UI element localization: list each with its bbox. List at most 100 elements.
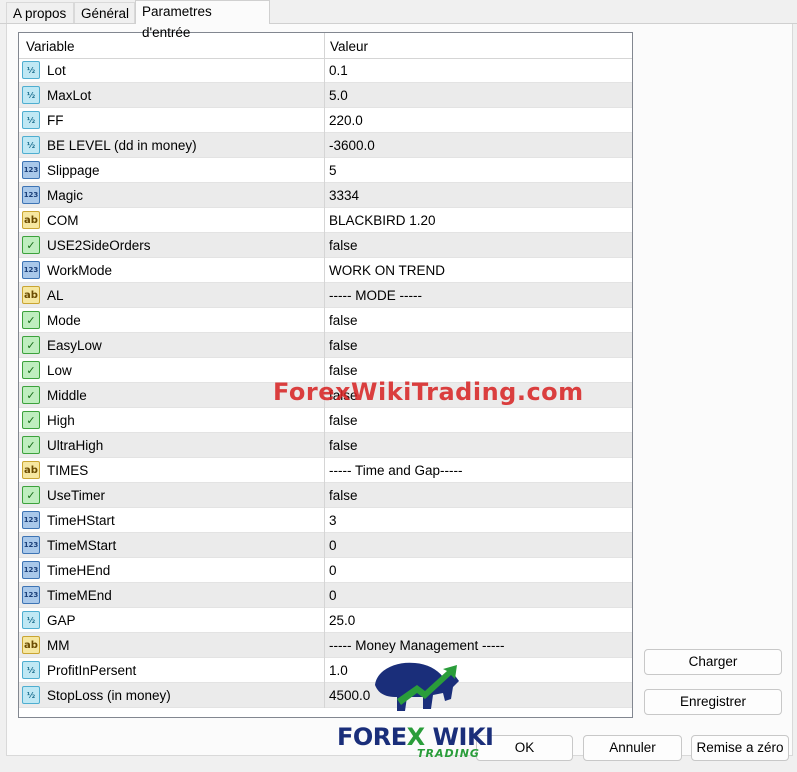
fraction-icon: ½ (22, 86, 40, 104)
load-button[interactable]: Charger (644, 649, 782, 675)
reset-button[interactable]: Remise a zéro (691, 735, 789, 761)
boolean-icon: ✓ (22, 236, 40, 254)
parameter-name: UseTimer (47, 488, 106, 503)
watermark-text: ForexWikiTrading.com (273, 378, 584, 406)
parameter-value[interactable]: 0 (329, 563, 337, 578)
parameter-value[interactable]: BLACKBIRD 1.20 (329, 213, 436, 228)
table-row[interactable]: ½ Lot 0.1 (19, 58, 632, 83)
parameter-value[interactable]: false (329, 313, 358, 328)
table-row[interactable]: 123 Magic 3334 (19, 183, 632, 208)
tab-input-parameters[interactable]: Parametres d'entrée (135, 0, 270, 40)
parameters-table: Variable Valeur ½ Lot 0.1 ½ MaxLot 5.0 ½ FF 220.… (18, 32, 633, 718)
fraction-icon: ½ (22, 686, 40, 704)
parameter-name: USE2SideOrders (47, 238, 151, 253)
parameter-value[interactable]: false (329, 488, 358, 503)
parameter-name: ProfitInPersent (47, 663, 137, 678)
boolean-icon: ✓ (22, 361, 40, 379)
parameter-value[interactable]: -3600.0 (329, 138, 375, 153)
table-row[interactable]: ab AL ----- MODE ----- (19, 283, 632, 308)
integer-icon: 123 (22, 561, 40, 579)
parameter-value[interactable]: ----- Time and Gap----- (329, 463, 463, 478)
parameter-value[interactable]: false (329, 338, 358, 353)
parameter-value[interactable]: 25.0 (329, 613, 355, 628)
integer-icon: 123 (22, 261, 40, 279)
table-row[interactable]: ½ MaxLot 5.0 (19, 83, 632, 108)
parameter-name: Slippage (47, 163, 100, 178)
parameter-value[interactable]: 0.1 (329, 63, 348, 78)
parameter-value[interactable]: 5 (329, 163, 337, 178)
parameter-name: COM (47, 213, 79, 228)
table-row[interactable]: ✓ UltraHigh false (19, 433, 632, 458)
column-header-value[interactable]: Valeur (330, 39, 368, 54)
parameter-name: TimeMEnd (47, 588, 112, 603)
parameter-value[interactable]: false (329, 363, 358, 378)
parameter-name: Middle (47, 388, 87, 403)
string-icon: ab (22, 286, 40, 304)
table-row[interactable]: 123 TimeMEnd 0 (19, 583, 632, 608)
table-row[interactable]: ✓ USE2SideOrders false (19, 233, 632, 258)
tab-about[interactable]: A propos (6, 2, 74, 23)
parameter-value[interactable]: false (329, 238, 358, 253)
parameter-name: StopLoss (in money) (47, 688, 171, 703)
table-row[interactable]: ½ StopLoss (in money) 4500.0 (19, 683, 632, 708)
table-row[interactable]: 123 TimeMStart 0 (19, 533, 632, 558)
table-row[interactable]: ½ FF 220.0 (19, 108, 632, 133)
parameter-value[interactable]: 3334 (329, 188, 359, 203)
parameter-name: Low (47, 363, 72, 378)
parameter-name: WorkMode (47, 263, 113, 278)
table-row[interactable]: ½ GAP 25.0 (19, 608, 632, 633)
parameter-name: TimeHStart (47, 513, 115, 528)
parameter-value[interactable]: 220.0 (329, 113, 363, 128)
parameter-value[interactable]: 3 (329, 513, 337, 528)
table-row[interactable]: ✓ UseTimer false (19, 483, 632, 508)
table-header: Variable Valeur (19, 33, 632, 59)
parameter-name: EasyLow (47, 338, 102, 353)
boolean-icon: ✓ (22, 486, 40, 504)
parameter-value[interactable]: 0 (329, 588, 337, 603)
parameter-value[interactable]: false (329, 413, 358, 428)
tab-general[interactable]: Général (74, 2, 135, 23)
parameter-name: High (47, 413, 75, 428)
integer-icon: 123 (22, 161, 40, 179)
table-row[interactable]: ✓ Mode false (19, 308, 632, 333)
parameter-value[interactable]: 5.0 (329, 88, 348, 103)
column-divider[interactable] (324, 33, 325, 708)
table-row[interactable]: 123 WorkMode WORK ON TREND (19, 258, 632, 283)
boolean-icon: ✓ (22, 436, 40, 454)
forex-wiki-logo: FOREX WIKI TRADING (335, 655, 494, 760)
table-row[interactable]: 123 TimeHEnd 0 (19, 558, 632, 583)
save-button[interactable]: Enregistrer (644, 689, 782, 715)
boolean-icon: ✓ (22, 386, 40, 404)
table-row[interactable]: ½ BE LEVEL (dd in money) -3600.0 (19, 133, 632, 158)
table-row[interactable]: ✓ EasyLow false (19, 333, 632, 358)
integer-icon: 123 (22, 536, 40, 554)
parameter-name: AL (47, 288, 64, 303)
string-icon: ab (22, 636, 40, 654)
table-row[interactable]: ab COM BLACKBIRD 1.20 (19, 208, 632, 233)
parameter-value[interactable]: ----- Money Management ----- (329, 638, 505, 653)
parameter-name: MaxLot (47, 88, 92, 103)
column-header-variable[interactable]: Variable (26, 39, 75, 54)
table-row[interactable]: 123 TimeHStart 3 (19, 508, 632, 533)
parameter-name: MM (47, 638, 70, 653)
parameter-value[interactable]: false (329, 438, 358, 453)
parameter-name: BE LEVEL (dd in money) (47, 138, 197, 153)
table-row[interactable]: ½ ProfitInPersent 1.0 (19, 658, 632, 683)
parameter-value[interactable]: 0 (329, 538, 337, 553)
table-row[interactable]: ab MM ----- Money Management ----- (19, 633, 632, 658)
table-row[interactable]: ✓ High false (19, 408, 632, 433)
fraction-icon: ½ (22, 111, 40, 129)
fraction-icon: ½ (22, 611, 40, 629)
boolean-icon: ✓ (22, 311, 40, 329)
table-row[interactable]: ab TIMES ----- Time and Gap----- (19, 458, 632, 483)
parameter-name: UltraHigh (47, 438, 104, 453)
parameter-name: FF (47, 113, 64, 128)
cancel-button[interactable]: Annuler (583, 735, 682, 761)
bull-icon (375, 662, 459, 711)
table-row[interactable]: 123 Slippage 5 (19, 158, 632, 183)
boolean-icon: ✓ (22, 336, 40, 354)
integer-icon: 123 (22, 511, 40, 529)
parameter-value[interactable]: WORK ON TREND (329, 263, 445, 278)
parameter-value[interactable]: ----- MODE ----- (329, 288, 422, 303)
integer-icon: 123 (22, 586, 40, 604)
